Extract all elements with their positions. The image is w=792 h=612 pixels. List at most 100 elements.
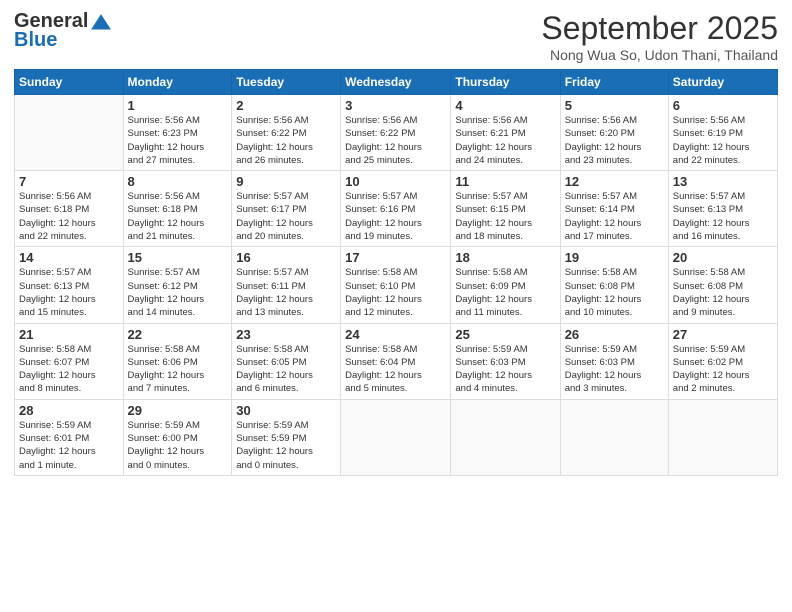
table-row: 7Sunrise: 5:56 AM Sunset: 6:18 PM Daylig… [15,171,124,247]
table-row: 29Sunrise: 5:59 AM Sunset: 6:00 PM Dayli… [123,399,232,475]
day-info: Sunrise: 5:58 AM Sunset: 6:08 PM Dayligh… [673,266,773,319]
day-number: 5 [565,98,664,113]
location: Nong Wua So, Udon Thani, Thailand [541,47,778,63]
day-info: Sunrise: 5:57 AM Sunset: 6:11 PM Dayligh… [236,266,336,319]
day-number: 26 [565,327,664,342]
header-tuesday: Tuesday [232,70,341,95]
day-number: 20 [673,250,773,265]
table-row: 16Sunrise: 5:57 AM Sunset: 6:11 PM Dayli… [232,247,341,323]
table-row: 12Sunrise: 5:57 AM Sunset: 6:14 PM Dayli… [560,171,668,247]
day-number: 25 [455,327,555,342]
day-number: 28 [19,403,119,418]
day-number: 27 [673,327,773,342]
table-row: 11Sunrise: 5:57 AM Sunset: 6:15 PM Dayli… [451,171,560,247]
day-number: 14 [19,250,119,265]
table-row: 21Sunrise: 5:58 AM Sunset: 6:07 PM Dayli… [15,323,124,399]
day-info: Sunrise: 5:56 AM Sunset: 6:18 PM Dayligh… [19,190,119,243]
day-number: 24 [345,327,446,342]
day-info: Sunrise: 5:57 AM Sunset: 6:12 PM Dayligh… [128,266,228,319]
day-info: Sunrise: 5:56 AM Sunset: 6:20 PM Dayligh… [565,114,664,167]
day-number: 19 [565,250,664,265]
table-row: 25Sunrise: 5:59 AM Sunset: 6:03 PM Dayli… [451,323,560,399]
header-friday: Friday [560,70,668,95]
table-row: 22Sunrise: 5:58 AM Sunset: 6:06 PM Dayli… [123,323,232,399]
table-row [668,399,777,475]
day-info: Sunrise: 5:59 AM Sunset: 6:03 PM Dayligh… [455,343,555,396]
day-info: Sunrise: 5:57 AM Sunset: 6:14 PM Dayligh… [565,190,664,243]
day-number: 4 [455,98,555,113]
day-number: 7 [19,174,119,189]
logo-blue: Blue [14,29,57,52]
day-number: 16 [236,250,336,265]
table-row: 6Sunrise: 5:56 AM Sunset: 6:19 PM Daylig… [668,95,777,171]
calendar-week-row: 14Sunrise: 5:57 AM Sunset: 6:13 PM Dayli… [15,247,778,323]
header: General Blue September 2025 Nong Wua So,… [14,10,778,63]
table-row: 13Sunrise: 5:57 AM Sunset: 6:13 PM Dayli… [668,171,777,247]
day-number: 2 [236,98,336,113]
day-number: 30 [236,403,336,418]
day-info: Sunrise: 5:59 AM Sunset: 6:03 PM Dayligh… [565,343,664,396]
table-row [560,399,668,475]
day-number: 23 [236,327,336,342]
table-row: 17Sunrise: 5:58 AM Sunset: 6:10 PM Dayli… [341,247,451,323]
day-number: 6 [673,98,773,113]
table-row: 15Sunrise: 5:57 AM Sunset: 6:12 PM Dayli… [123,247,232,323]
day-info: Sunrise: 5:57 AM Sunset: 6:16 PM Dayligh… [345,190,446,243]
header-thursday: Thursday [451,70,560,95]
calendar-week-row: 7Sunrise: 5:56 AM Sunset: 6:18 PM Daylig… [15,171,778,247]
day-info: Sunrise: 5:58 AM Sunset: 6:09 PM Dayligh… [455,266,555,319]
table-row: 19Sunrise: 5:58 AM Sunset: 6:08 PM Dayli… [560,247,668,323]
day-info: Sunrise: 5:59 AM Sunset: 6:00 PM Dayligh… [128,419,228,472]
logo-area: General Blue [14,10,112,52]
day-info: Sunrise: 5:56 AM Sunset: 6:22 PM Dayligh… [236,114,336,167]
calendar-week-row: 28Sunrise: 5:59 AM Sunset: 6:01 PM Dayli… [15,399,778,475]
day-number: 3 [345,98,446,113]
day-info: Sunrise: 5:59 AM Sunset: 5:59 PM Dayligh… [236,419,336,472]
table-row [15,95,124,171]
title-area: September 2025 Nong Wua So, Udon Thani, … [541,10,778,63]
day-info: Sunrise: 5:57 AM Sunset: 6:15 PM Dayligh… [455,190,555,243]
day-number: 1 [128,98,228,113]
day-number: 13 [673,174,773,189]
day-info: Sunrise: 5:58 AM Sunset: 6:07 PM Dayligh… [19,343,119,396]
day-number: 10 [345,174,446,189]
header-wednesday: Wednesday [341,70,451,95]
table-row: 4Sunrise: 5:56 AM Sunset: 6:21 PM Daylig… [451,95,560,171]
table-row: 10Sunrise: 5:57 AM Sunset: 6:16 PM Dayli… [341,171,451,247]
day-info: Sunrise: 5:58 AM Sunset: 6:05 PM Dayligh… [236,343,336,396]
day-info: Sunrise: 5:58 AM Sunset: 6:10 PM Dayligh… [345,266,446,319]
day-number: 11 [455,174,555,189]
day-info: Sunrise: 5:56 AM Sunset: 6:23 PM Dayligh… [128,114,228,167]
table-row: 5Sunrise: 5:56 AM Sunset: 6:20 PM Daylig… [560,95,668,171]
calendar-week-row: 1Sunrise: 5:56 AM Sunset: 6:23 PM Daylig… [15,95,778,171]
day-info: Sunrise: 5:58 AM Sunset: 6:04 PM Dayligh… [345,343,446,396]
day-number: 15 [128,250,228,265]
table-row: 27Sunrise: 5:59 AM Sunset: 6:02 PM Dayli… [668,323,777,399]
day-info: Sunrise: 5:57 AM Sunset: 6:13 PM Dayligh… [673,190,773,243]
day-info: Sunrise: 5:58 AM Sunset: 6:08 PM Dayligh… [565,266,664,319]
day-number: 17 [345,250,446,265]
table-row: 18Sunrise: 5:58 AM Sunset: 6:09 PM Dayli… [451,247,560,323]
calendar-week-row: 21Sunrise: 5:58 AM Sunset: 6:07 PM Dayli… [15,323,778,399]
table-row: 14Sunrise: 5:57 AM Sunset: 6:13 PM Dayli… [15,247,124,323]
header-monday: Monday [123,70,232,95]
day-info: Sunrise: 5:59 AM Sunset: 6:02 PM Dayligh… [673,343,773,396]
day-number: 22 [128,327,228,342]
day-info: Sunrise: 5:57 AM Sunset: 6:13 PM Dayligh… [19,266,119,319]
table-row: 28Sunrise: 5:59 AM Sunset: 6:01 PM Dayli… [15,399,124,475]
day-info: Sunrise: 5:58 AM Sunset: 6:06 PM Dayligh… [128,343,228,396]
day-number: 8 [128,174,228,189]
logo-icon [90,13,112,31]
table-row [341,399,451,475]
table-row: 8Sunrise: 5:56 AM Sunset: 6:18 PM Daylig… [123,171,232,247]
calendar: Sunday Monday Tuesday Wednesday Thursday… [14,69,778,476]
day-number: 9 [236,174,336,189]
day-info: Sunrise: 5:56 AM Sunset: 6:21 PM Dayligh… [455,114,555,167]
day-info: Sunrise: 5:56 AM Sunset: 6:18 PM Dayligh… [128,190,228,243]
header-sunday: Sunday [15,70,124,95]
day-number: 12 [565,174,664,189]
calendar-header-row: Sunday Monday Tuesday Wednesday Thursday… [15,70,778,95]
day-number: 29 [128,403,228,418]
table-row [451,399,560,475]
table-row: 30Sunrise: 5:59 AM Sunset: 5:59 PM Dayli… [232,399,341,475]
